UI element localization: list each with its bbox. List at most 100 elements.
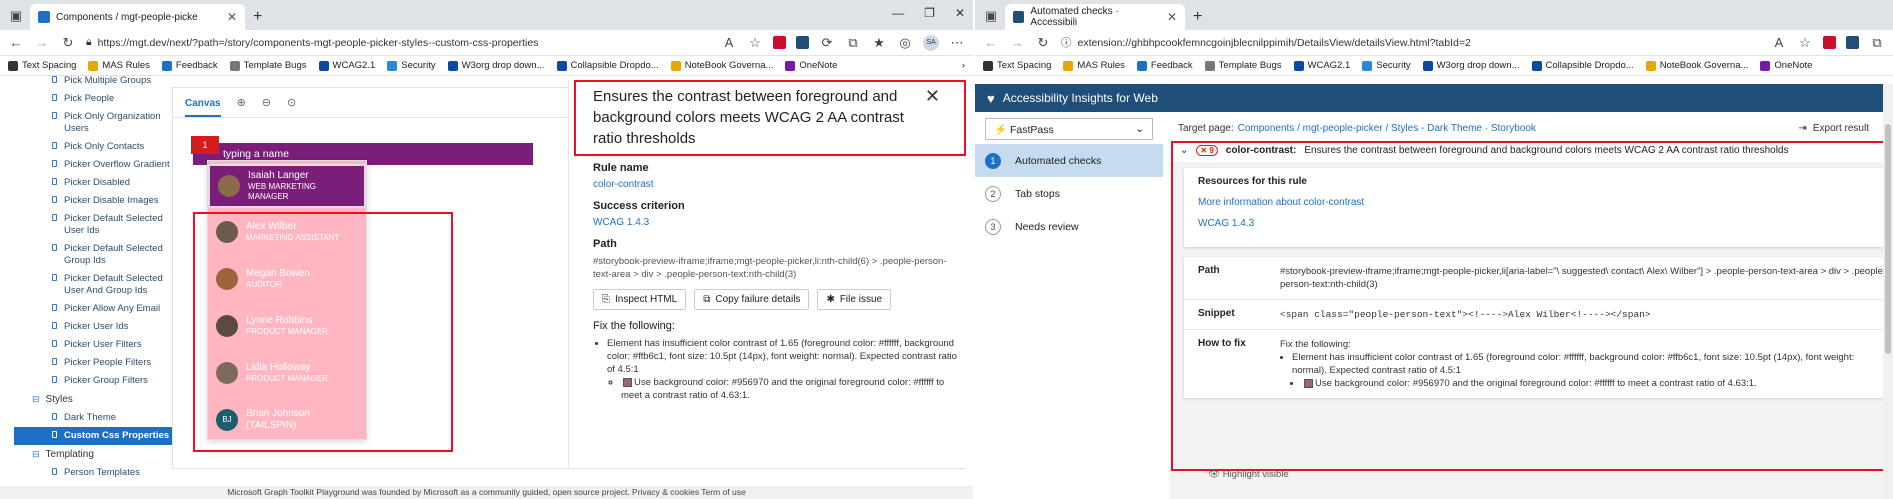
sidebar-item[interactable]: Picker Default Selected Group Ids: [14, 240, 172, 270]
list-item[interactable]: Isaiah Langer WEB MARKETING MANAGER: [208, 164, 366, 208]
list-item[interactable]: BJ Brian Johnson (TAILSPIN): [208, 396, 366, 443]
inspect-html-button[interactable]: ⎘ Inspect HTML: [593, 289, 687, 310]
more-info-link[interactable]: More information about color-contrast: [1198, 197, 1890, 208]
collections-icon[interactable]: ⧉: [845, 35, 861, 51]
sidebar-item-custom-css-properties[interactable]: Custom Css Properties: [14, 427, 172, 445]
sidebar-item[interactable]: Picker Group Filters: [14, 372, 172, 390]
sidebar-item[interactable]: Person Templates: [14, 464, 172, 482]
copilot-icon[interactable]: ◎: [897, 35, 913, 51]
copy-failure-details-button[interactable]: ⧉ Copy failure details: [694, 289, 810, 310]
browser-tab-automated-checks[interactable]: Automated checks · Accessibili ✕: [1005, 4, 1185, 30]
fav-item[interactable]: W3org drop down...: [1422, 60, 1520, 71]
rule-name-link[interactable]: color-contrast: [593, 179, 966, 190]
back-icon[interactable]: ←: [983, 35, 999, 50]
close-icon[interactable]: ✕: [1167, 10, 1177, 24]
zoom-reset-icon[interactable]: ⊙: [287, 96, 296, 109]
new-tab-icon[interactable]: +: [253, 8, 262, 26]
favorite-icon[interactable]: ☆: [747, 35, 763, 51]
close-icon[interactable]: ✕: [925, 86, 940, 107]
sidebar-group-templating[interactable]: ⊟ Templating: [14, 445, 172, 464]
fav-item[interactable]: WCAG2.1: [318, 60, 375, 71]
forward-icon[interactable]: →: [1009, 35, 1025, 50]
refresh-icon[interactable]: ↻: [60, 35, 76, 51]
tab-actions-icon[interactable]: ▣: [983, 8, 999, 24]
fav-item[interactable]: Security: [1362, 60, 1411, 71]
fav-item[interactable]: Collapsible Dropdo...: [1531, 60, 1634, 71]
more-icon[interactable]: ⋯: [949, 35, 965, 51]
sidebar-item[interactable]: Picker Disable Images: [14, 192, 172, 210]
fav-item[interactable]: Template Bugs: [229, 60, 307, 71]
forward-icon[interactable]: →: [34, 35, 50, 50]
fav-item[interactable]: Text Spacing: [983, 60, 1051, 71]
new-tab-icon[interactable]: +: [1193, 8, 1202, 26]
nav-item-automated-checks[interactable]: 1 Automated checks: [975, 144, 1163, 177]
list-item[interactable]: Lynne Robbins PRODUCT MANAGER: [208, 302, 366, 349]
fav-item[interactable]: W3org drop down...: [447, 60, 545, 71]
sidebar-item[interactable]: Pick Only Organization Users: [14, 108, 172, 138]
sidebar-item[interactable]: Picker People Filters: [14, 354, 172, 372]
wcag-link[interactable]: WCAG 1.4.3: [1198, 218, 1890, 229]
fav-item[interactable]: MAS Rules: [88, 60, 150, 71]
sidebar-item[interactable]: Picker Disabled: [14, 174, 172, 192]
collections-icon[interactable]: ⧉: [1869, 35, 1885, 51]
accessibility-insights-icon[interactable]: [796, 36, 809, 49]
fav-item[interactable]: OneNote: [785, 60, 837, 71]
criterion-link[interactable]: WCAG 1.4.3: [593, 217, 966, 228]
accessibility-insights-icon[interactable]: [1846, 36, 1859, 49]
chevron-right-icon[interactable]: ›: [962, 60, 965, 71]
sidebar-item[interactable]: Picker User Filters: [14, 336, 172, 354]
sidebar-item[interactable]: Picker Allow Any Email: [14, 300, 172, 318]
fav-item[interactable]: Template Bugs: [1204, 60, 1282, 71]
scrollbar-thumb[interactable]: [1885, 124, 1891, 354]
restore-icon[interactable]: ❐: [924, 6, 935, 20]
sidebar-item-dark-theme[interactable]: Dark Theme: [14, 409, 172, 427]
sidebar-item[interactable]: Picker Default Selected User Ids: [14, 210, 172, 240]
sidebar-item[interactable]: Pick Multiple Groups: [14, 76, 172, 90]
list-item[interactable]: Megan Bowen AUDITOR: [208, 255, 366, 302]
rule-header-row[interactable]: ⌄ ✕ 9 color-contrast: Ensures the contra…: [1170, 138, 1893, 162]
read-aloud-icon[interactable]: A: [1771, 35, 1787, 50]
scrollbar[interactable]: [1883, 84, 1893, 499]
sidebar-item[interactable]: Picker Default Selected User And Group I…: [14, 270, 172, 300]
zoom-out-icon[interactable]: ⊖: [262, 96, 271, 109]
list-item[interactable]: Alex Wilber MARKETING ASSISTANT: [208, 208, 366, 255]
read-aloud-icon[interactable]: A: [721, 35, 737, 50]
avatar[interactable]: SA: [923, 34, 939, 51]
refresh-extension-icon[interactable]: ⟳: [819, 35, 835, 51]
fav-item[interactable]: NoteBook Governa...: [1645, 60, 1748, 71]
extension-icon[interactable]: [773, 36, 786, 49]
sidebar-item[interactable]: Pick Only Contacts: [14, 138, 172, 156]
sidebar-item[interactable]: Picker User Ids: [14, 318, 172, 336]
fav-item[interactable]: OneNote: [1760, 60, 1812, 71]
tab-actions-icon[interactable]: ▣: [8, 8, 24, 24]
favorites-bar-icon[interactable]: ★: [871, 35, 887, 51]
fav-item[interactable]: Text Spacing: [8, 60, 76, 71]
refresh-icon[interactable]: ↻: [1035, 35, 1051, 51]
browser-tab-storybook[interactable]: Components / mgt-people-picke ✕: [30, 4, 245, 30]
fav-item[interactable]: Collapsible Dropdo...: [556, 60, 659, 71]
fav-item[interactable]: WCAG2.1: [1293, 60, 1350, 71]
fav-item[interactable]: Security: [387, 60, 436, 71]
fav-item[interactable]: Feedback: [161, 60, 218, 71]
sidebar-group-styles[interactable]: ⊟ Styles: [14, 390, 172, 409]
address-bar[interactable]: 🔒︎ https://mgt.dev/next/?path=/story/com…: [86, 36, 711, 49]
list-item[interactable]: Lidia Holloway PRODUCT MANAGER: [208, 349, 366, 396]
export-result-button[interactable]: ⇥ Export result: [1798, 123, 1869, 134]
favorite-icon[interactable]: ☆: [1797, 35, 1813, 51]
fav-item[interactable]: MAS Rules: [1063, 60, 1125, 71]
extension-icon[interactable]: [1823, 36, 1836, 49]
file-issue-button[interactable]: ✱ File issue: [817, 289, 892, 310]
close-window-icon[interactable]: ✕: [955, 6, 965, 20]
zoom-in-icon[interactable]: ⊕: [237, 96, 246, 109]
target-page-link[interactable]: Components / mgt-people-picker / Styles …: [1238, 123, 1536, 134]
sidebar-item[interactable]: Picker Overflow Gradient: [14, 156, 172, 174]
close-icon[interactable]: ✕: [227, 10, 237, 24]
nav-item-tab-stops[interactable]: 2 Tab stops: [975, 177, 1163, 210]
minimize-icon[interactable]: —: [892, 6, 904, 20]
chevron-down-icon[interactable]: ⌄: [1180, 145, 1188, 156]
highlight-visible-toggle[interactable]: 👁︎ Highlight visible: [1208, 469, 1289, 480]
fav-item[interactable]: NoteBook Governa...: [670, 60, 773, 71]
sidebar-item[interactable]: Pick People: [14, 90, 172, 108]
tab-canvas[interactable]: Canvas: [185, 89, 221, 117]
back-icon[interactable]: ←: [8, 35, 24, 50]
